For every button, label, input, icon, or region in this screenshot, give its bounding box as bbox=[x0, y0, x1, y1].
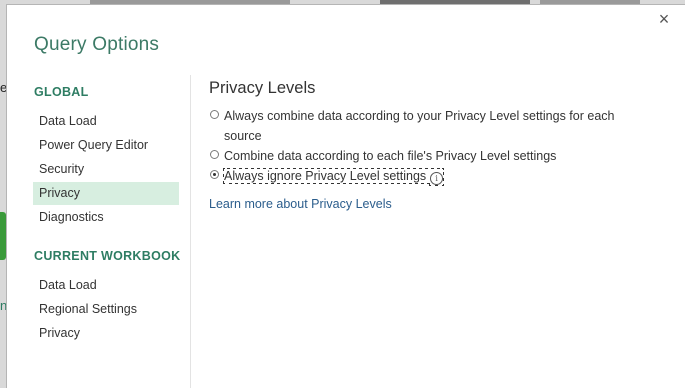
panel-title: Privacy Levels bbox=[209, 79, 316, 97]
sidebar-item-data-load[interactable]: Data Load bbox=[33, 110, 179, 133]
section-header-current-workbook: CURRENT WORKBOOK bbox=[34, 249, 181, 263]
close-icon: × bbox=[658, 9, 670, 29]
info-icon[interactable]: i bbox=[430, 172, 444, 185]
sidebar-item-power-query-editor[interactable]: Power Query Editor bbox=[33, 134, 179, 157]
sidebar-item-diagnostics[interactable]: Diagnostics bbox=[33, 206, 179, 229]
radio-button[interactable] bbox=[210, 150, 219, 159]
section-header-global: GLOBAL bbox=[34, 85, 89, 99]
dialog-title: Query Options bbox=[34, 34, 160, 55]
sidebar-item-regional-settings[interactable]: Regional Settings bbox=[33, 298, 179, 321]
close-button[interactable]: × bbox=[655, 10, 673, 28]
options-sidebar: GLOBAL Data Load Power Query Editor Secu… bbox=[7, 75, 191, 388]
privacy-levels-panel: Privacy Levels Always combine data accor… bbox=[209, 79, 675, 213]
sidebar-item-privacy[interactable]: Privacy bbox=[33, 182, 179, 205]
sidebar-item-workbook-data-load[interactable]: Data Load bbox=[33, 274, 179, 297]
privacy-option[interactable]: Combine data according to each file's Pr… bbox=[209, 146, 624, 166]
radio-button[interactable] bbox=[210, 110, 219, 119]
privacy-option[interactable]: Always ignore Privacy Level settings i bbox=[209, 166, 624, 186]
learn-more-link[interactable]: Learn more about Privacy Levels bbox=[209, 197, 392, 211]
sidebar-item-workbook-privacy[interactable]: Privacy bbox=[33, 322, 179, 345]
query-options-dialog: × Query Options GLOBAL Data Load Power Q… bbox=[6, 4, 685, 388]
radio-label: Combine data according to each file's Pr… bbox=[224, 149, 557, 163]
radio-label: Always combine data according to your Pr… bbox=[224, 109, 615, 143]
radio-label: Always ignore Privacy Level settings i bbox=[222, 168, 445, 185]
radio-button[interactable] bbox=[210, 170, 219, 179]
privacy-option[interactable]: Always combine data according to your Pr… bbox=[209, 106, 624, 146]
sidebar-item-security[interactable]: Security bbox=[33, 158, 179, 181]
radio-label-text: Always ignore Privacy Level settings bbox=[224, 169, 427, 183]
